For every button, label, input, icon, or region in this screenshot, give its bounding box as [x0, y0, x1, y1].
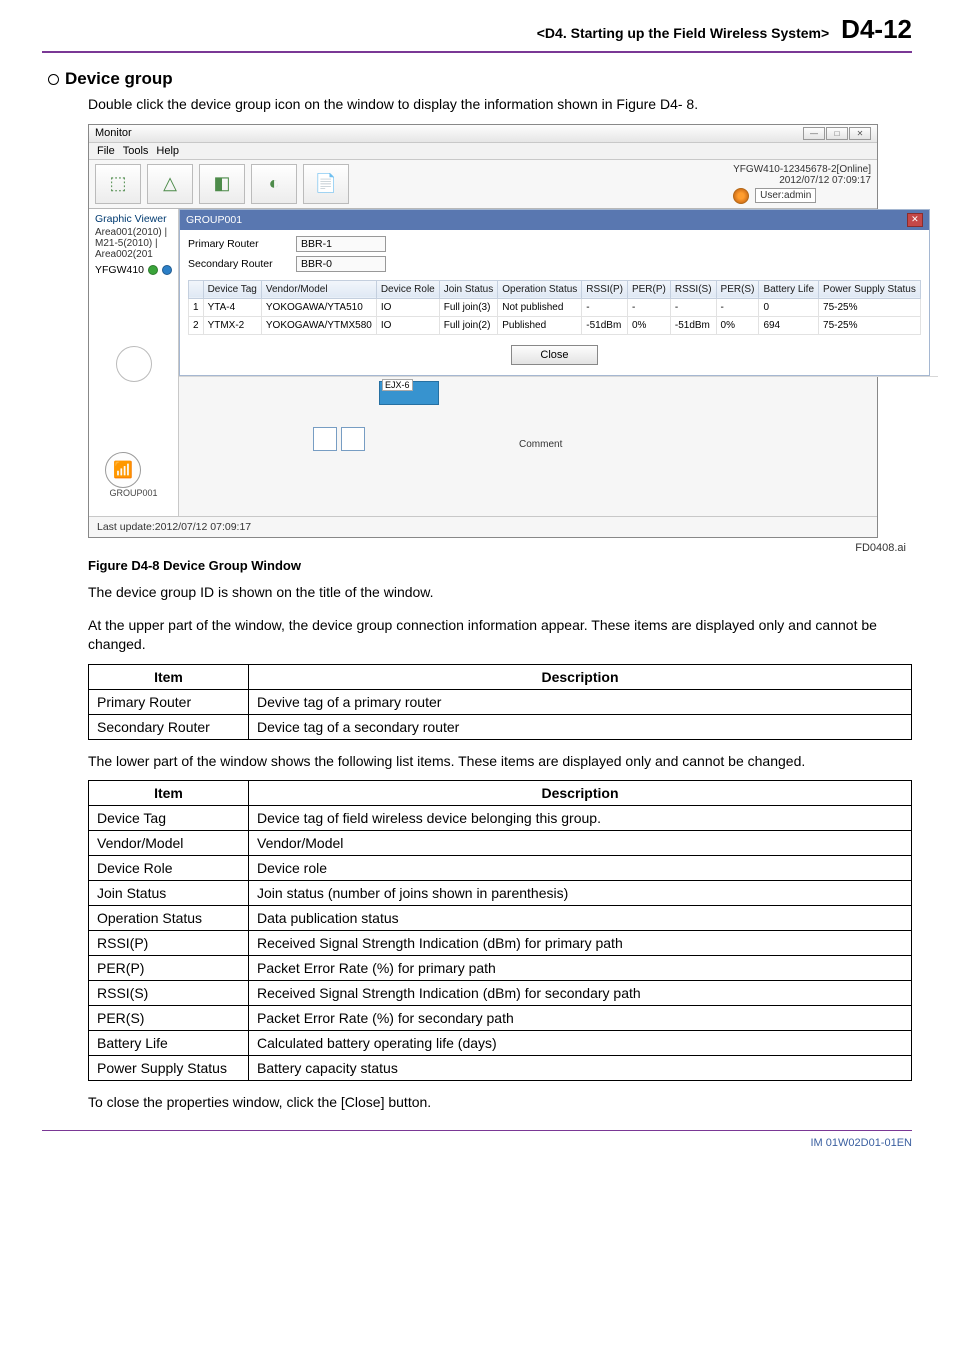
- device-table-col: Operation Status: [498, 280, 582, 298]
- table-row: Device TagDevice tag of field wireless d…: [89, 806, 912, 831]
- t1-col-desc: Description: [249, 664, 912, 689]
- group-panel-title: GROUP001: [186, 214, 242, 226]
- figure-caption: Figure D4-8 Device Group Window: [88, 558, 912, 573]
- toolbar-icon-1[interactable]: ⬚: [95, 164, 141, 204]
- lower-intro: The lower part of the window shows the f…: [88, 752, 912, 771]
- t1-col-item: Item: [89, 664, 249, 689]
- table-row: Vendor/ModelVendor/Model: [89, 831, 912, 856]
- status-time: 2012/07/12 07:09:17: [733, 175, 871, 186]
- status-led-blue-icon: [162, 265, 172, 275]
- device-row[interactable]: YFGW410: [95, 264, 172, 276]
- secondary-router-label: Secondary Router: [188, 258, 288, 270]
- t2-col-desc: Description: [249, 781, 912, 806]
- primary-router-label: Primary Router: [188, 238, 288, 250]
- table-row: Operation StatusData publication status: [89, 906, 912, 931]
- device-name: YFGW410: [95, 264, 144, 276]
- canvas-area: EJX-6 Comment: [179, 376, 938, 496]
- table-row: RSSI(S)Received Signal Strength Indicati…: [89, 981, 912, 1006]
- maximize-button[interactable]: □: [826, 127, 848, 140]
- table-row: Join StatusJoin status (number of joins …: [89, 881, 912, 906]
- connection-intro: At the upper part of the window, the dev…: [88, 616, 912, 654]
- table-items: Item Description Device TagDevice tag of…: [88, 780, 912, 1081]
- menubar: File Tools Help: [89, 143, 877, 160]
- table-row: PER(S)Packet Error Rate (%) for secondar…: [89, 1006, 912, 1031]
- header-right: D4-12: [841, 14, 912, 45]
- table-row: RSSI(P)Received Signal Strength Indicati…: [89, 931, 912, 956]
- toolbar-icon-5[interactable]: 📄: [303, 164, 349, 204]
- figure-file-id: FD0408.ai: [42, 542, 906, 554]
- intro-text: Double click the device group icon on th…: [88, 95, 912, 114]
- table-row: Device RoleDevice role: [89, 856, 912, 881]
- device-table-col: Device Role: [376, 280, 439, 298]
- toolbar-icon-3[interactable]: ◧: [199, 164, 245, 204]
- side-panel: Graphic Viewer Area001(2010) | M21-5(201…: [89, 209, 179, 516]
- toolbar-icon-4[interactable]: ◐: [251, 164, 297, 204]
- canvas-placeholder-circle-icon: [116, 346, 152, 382]
- last-update: Last update:2012/07/12 07:09:17: [89, 516, 877, 537]
- window-title: Monitor: [95, 127, 132, 139]
- main-panel: GROUP001 ✕ Primary Router BBR-1 Secondar…: [179, 209, 938, 516]
- after-caption-text: The device group ID is shown on the titl…: [88, 583, 912, 602]
- menu-help[interactable]: Help: [156, 145, 179, 157]
- toolbar: ⬚ △ ◧ ◐ 📄 YFGW410-12345678-2[Online] 201…: [89, 160, 877, 209]
- screenshot-window: Monitor — □ ✕ File Tools Help ⬚ △ ◧ ◐ 📄 …: [88, 124, 878, 538]
- canvas-comment: Comment: [519, 439, 562, 450]
- table-row: Battery LifeCalculated battery operating…: [89, 1031, 912, 1056]
- device-table-col: [189, 280, 204, 298]
- titlebar: Monitor — □ ✕: [89, 125, 877, 143]
- menu-tools[interactable]: Tools: [123, 145, 149, 157]
- device-table: Device TagVendor/ModelDevice RoleJoin St…: [188, 280, 921, 335]
- group-panel: GROUP001 ✕ Primary Router BBR-1 Secondar…: [179, 209, 930, 376]
- device-table-col: Power Supply Status: [819, 280, 921, 298]
- secondary-router-value: BBR-0: [296, 256, 386, 272]
- close-window-button[interactable]: ✕: [849, 127, 871, 140]
- canvas-empty-blocks: [313, 427, 365, 451]
- table-row: Power Supply StatusBattery capacity stat…: [89, 1056, 912, 1081]
- device-table-col: Device Tag: [203, 280, 261, 298]
- page-footer: IM 01W02D01-01EN: [42, 1130, 912, 1149]
- page-header: <D4. Starting up the Field Wireless Syst…: [42, 0, 912, 53]
- toolbar-icon-2[interactable]: △: [147, 164, 193, 204]
- device-table-col: PER(P): [627, 280, 670, 298]
- t2-col-item: Item: [89, 781, 249, 806]
- device-table-col: Join Status: [439, 280, 497, 298]
- group-panel-close-icon[interactable]: ✕: [907, 213, 923, 227]
- table-row[interactable]: 1YTA-4YOKOGAWA/YTA510IOFull join(3)Not p…: [189, 298, 921, 316]
- device-table-col: RSSI(P): [582, 280, 628, 298]
- canvas-chip[interactable]: EJX-6: [379, 381, 439, 405]
- user-admin: User:admin: [755, 188, 816, 203]
- device-table-col: RSSI(S): [670, 280, 716, 298]
- canvas-chip-label: EJX-6: [382, 379, 413, 391]
- canvas-group-icon[interactable]: 📶: [105, 452, 141, 488]
- closing-text: To close the properties window, click th…: [88, 1093, 912, 1112]
- primary-router-value: BBR-1: [296, 236, 386, 252]
- device-table-col: PER(S): [716, 280, 759, 298]
- close-button[interactable]: Close: [511, 345, 597, 365]
- table-row[interactable]: 2YTMX-2YOKOGAWA/YTMX580IOFull join(2)Pub…: [189, 316, 921, 334]
- section-title: Device group: [48, 69, 912, 89]
- table-router: Item Description Primary RouterDevive ta…: [88, 664, 912, 740]
- status-led-green-icon: [148, 265, 158, 275]
- device-table-col: Battery Life: [759, 280, 819, 298]
- device-table-col: Vendor/Model: [261, 280, 376, 298]
- status-device: YFGW410-12345678-2[Online]: [733, 164, 871, 175]
- area-tabs[interactable]: Area001(2010) | M21-5(2010) | Area002(20…: [95, 227, 172, 260]
- bullet-circle-icon: [48, 74, 59, 85]
- menu-file[interactable]: File: [97, 145, 115, 157]
- minimize-button[interactable]: —: [803, 127, 825, 140]
- gear-icon[interactable]: [733, 188, 749, 204]
- table-row: Primary RouterDevive tag of a primary ro…: [89, 689, 912, 714]
- canvas-group-label: GROUP001: [105, 488, 162, 498]
- table-row: Secondary RouterDevice tag of a secondar…: [89, 714, 912, 739]
- table-row: PER(P)Packet Error Rate (%) for primary …: [89, 956, 912, 981]
- header-left: <D4. Starting up the Field Wireless Syst…: [537, 25, 829, 41]
- status-block: YFGW410-12345678-2[Online] 2012/07/12 07…: [733, 164, 871, 204]
- graphic-viewer-title: Graphic Viewer: [95, 213, 172, 225]
